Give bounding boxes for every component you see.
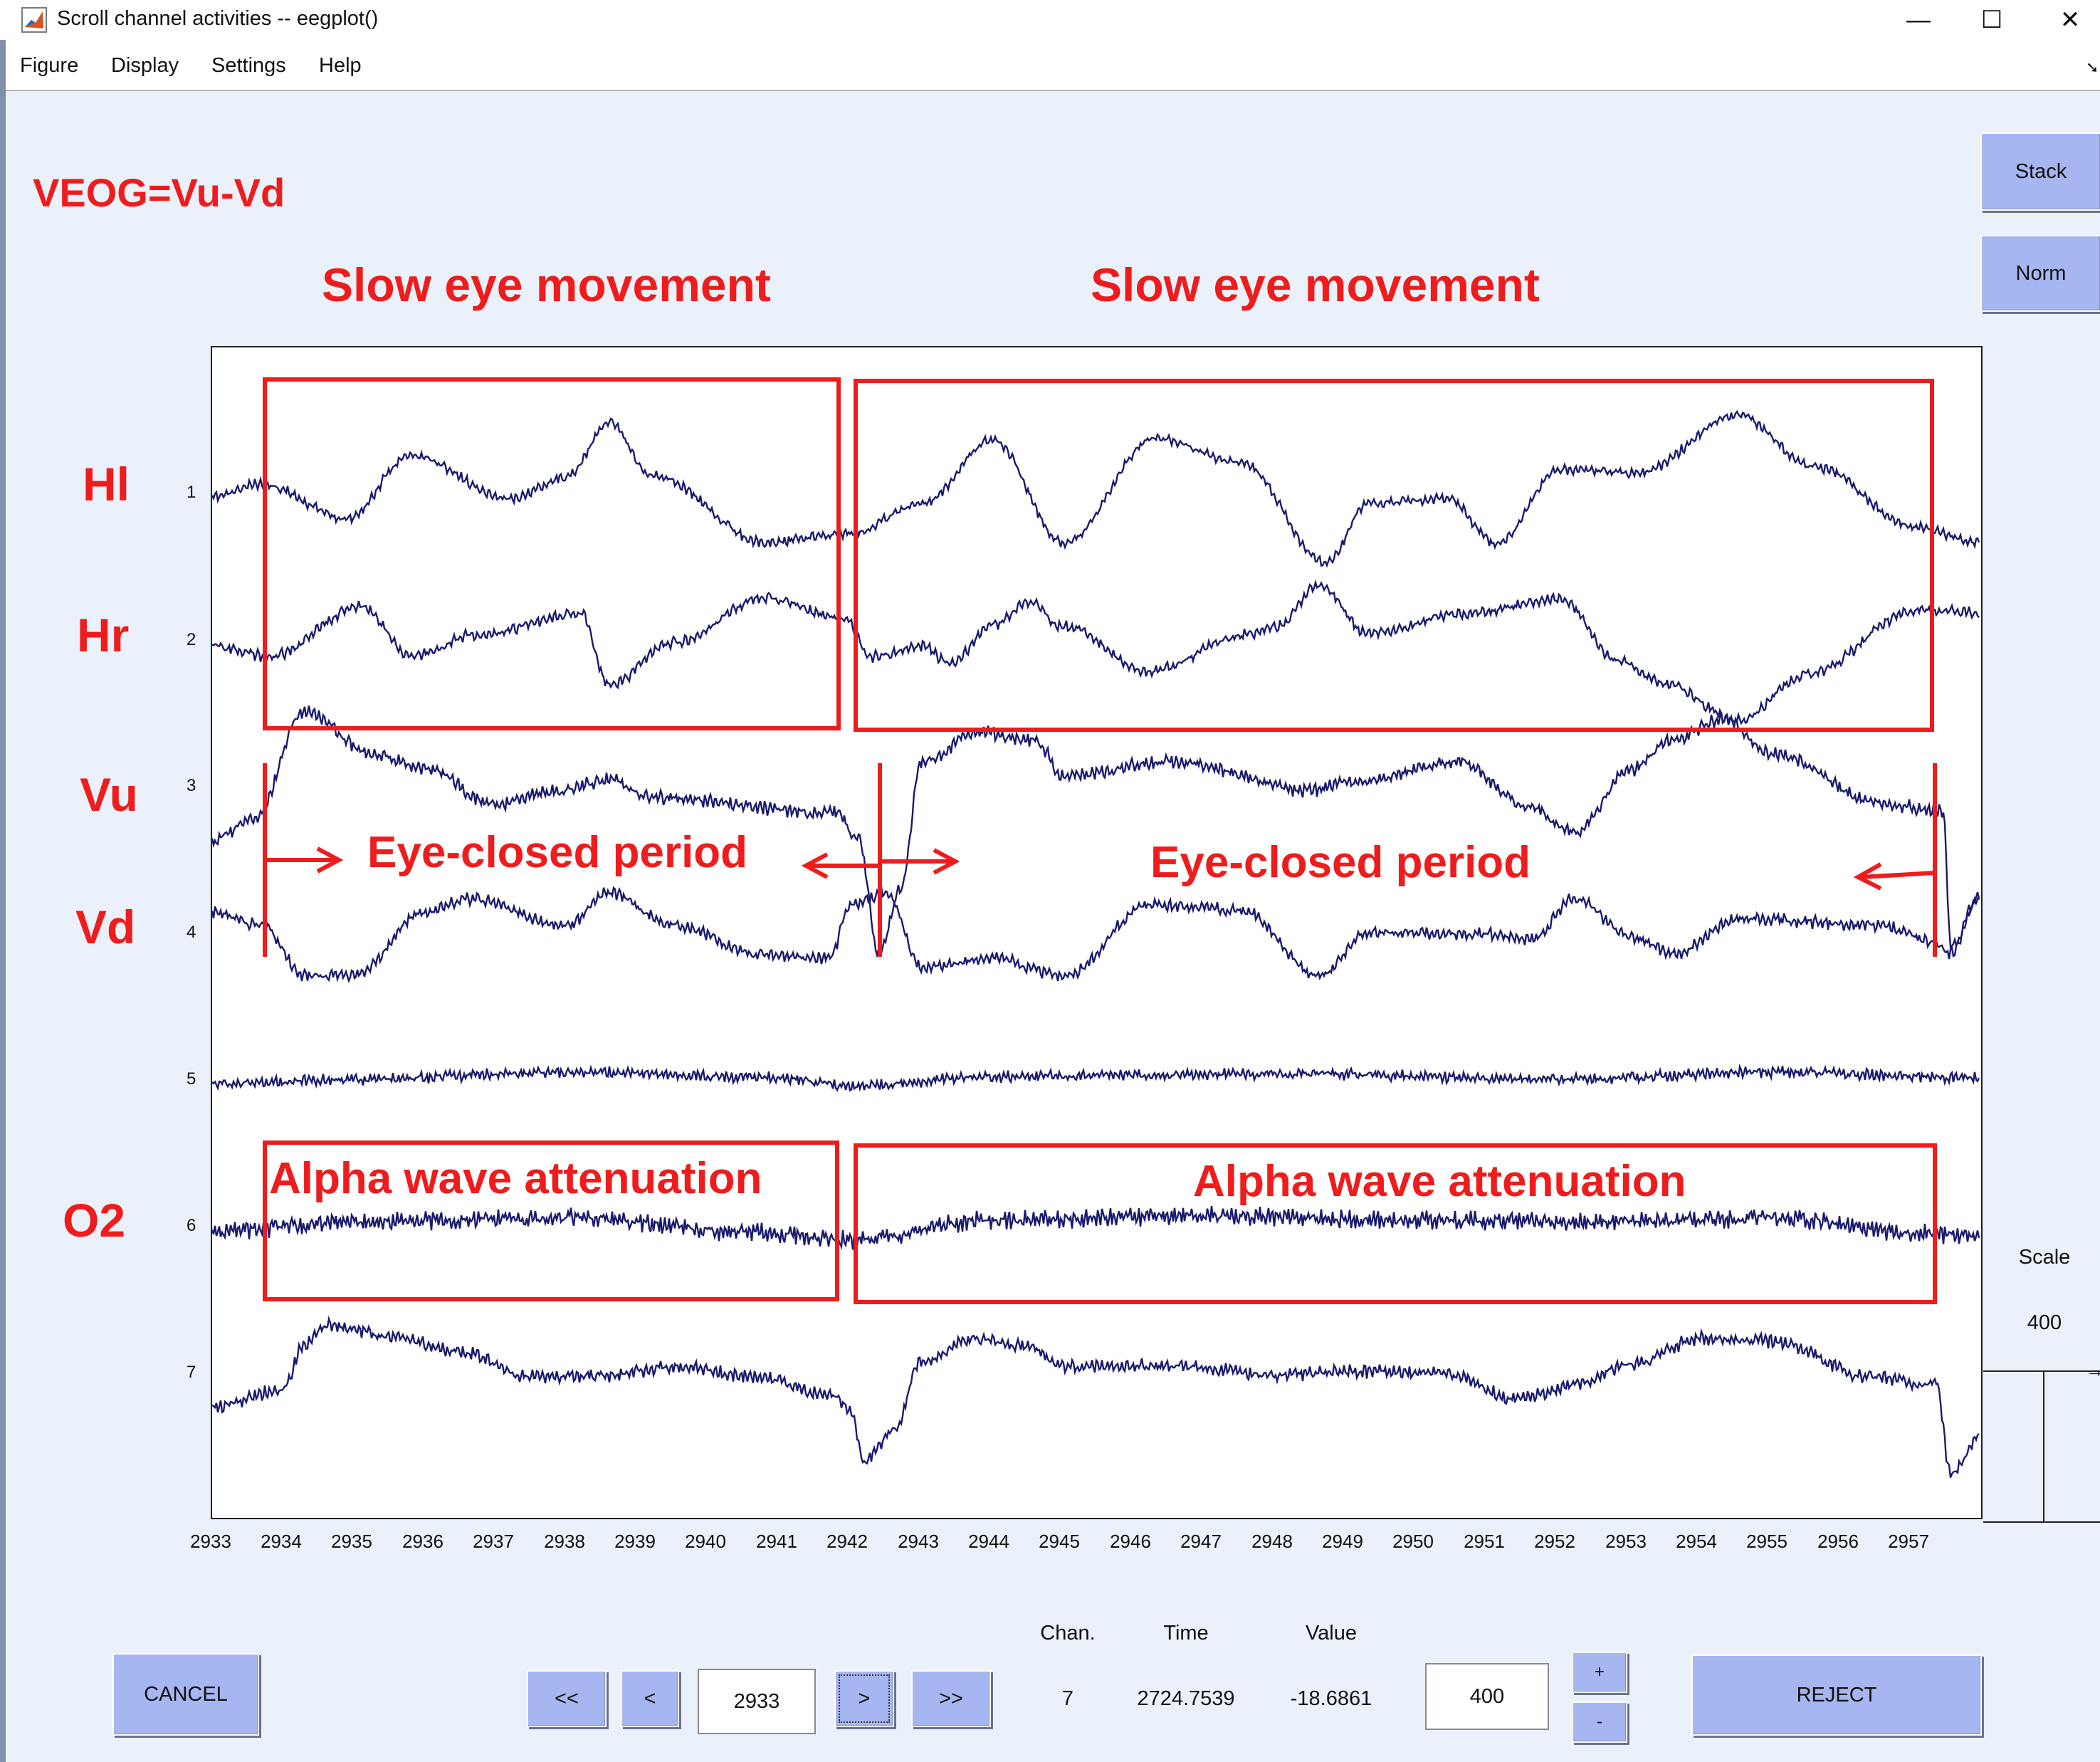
trace-channel-6 (211, 1205, 1980, 1250)
eye-closed-annotation-1: Eye-closed period (367, 828, 748, 877)
eeg-traces (211, 377, 1980, 1478)
slow-eye-annotation-2: Slow eye movement (1091, 258, 1540, 311)
alpha-annotation-1: Alpha wave attenuation (269, 1154, 762, 1203)
slow-eye-box-1 (263, 377, 841, 730)
alpha-annotation-2: Alpha wave attenuation (1193, 1157, 1686, 1206)
left-arrow-icon (1853, 862, 1936, 891)
right-arrow-icon (880, 848, 960, 875)
trace-channel-7 (211, 1315, 1980, 1478)
right-arrow-icon (265, 846, 344, 874)
channel-name-hr: Hr (77, 609, 130, 661)
trace-channel-1 (211, 410, 1980, 568)
channel-name-hl: Hl (83, 458, 130, 510)
channel-name-vu: Vu (80, 768, 138, 821)
trace-channel-5 (211, 1064, 1980, 1092)
veog-annotation: VEOG=Vu-Vd (33, 170, 285, 215)
trace-channel-4 (211, 886, 1980, 984)
channel-name-vd: Vd (75, 901, 136, 953)
eye-closed-annotation-2: Eye-closed period (1150, 838, 1531, 887)
left-arrow-icon (801, 852, 880, 879)
trace-channel-2 (211, 579, 1980, 725)
channel-name-o2: O2 (63, 1194, 126, 1247)
slow-eye-annotation-1: Slow eye movement (322, 258, 771, 311)
